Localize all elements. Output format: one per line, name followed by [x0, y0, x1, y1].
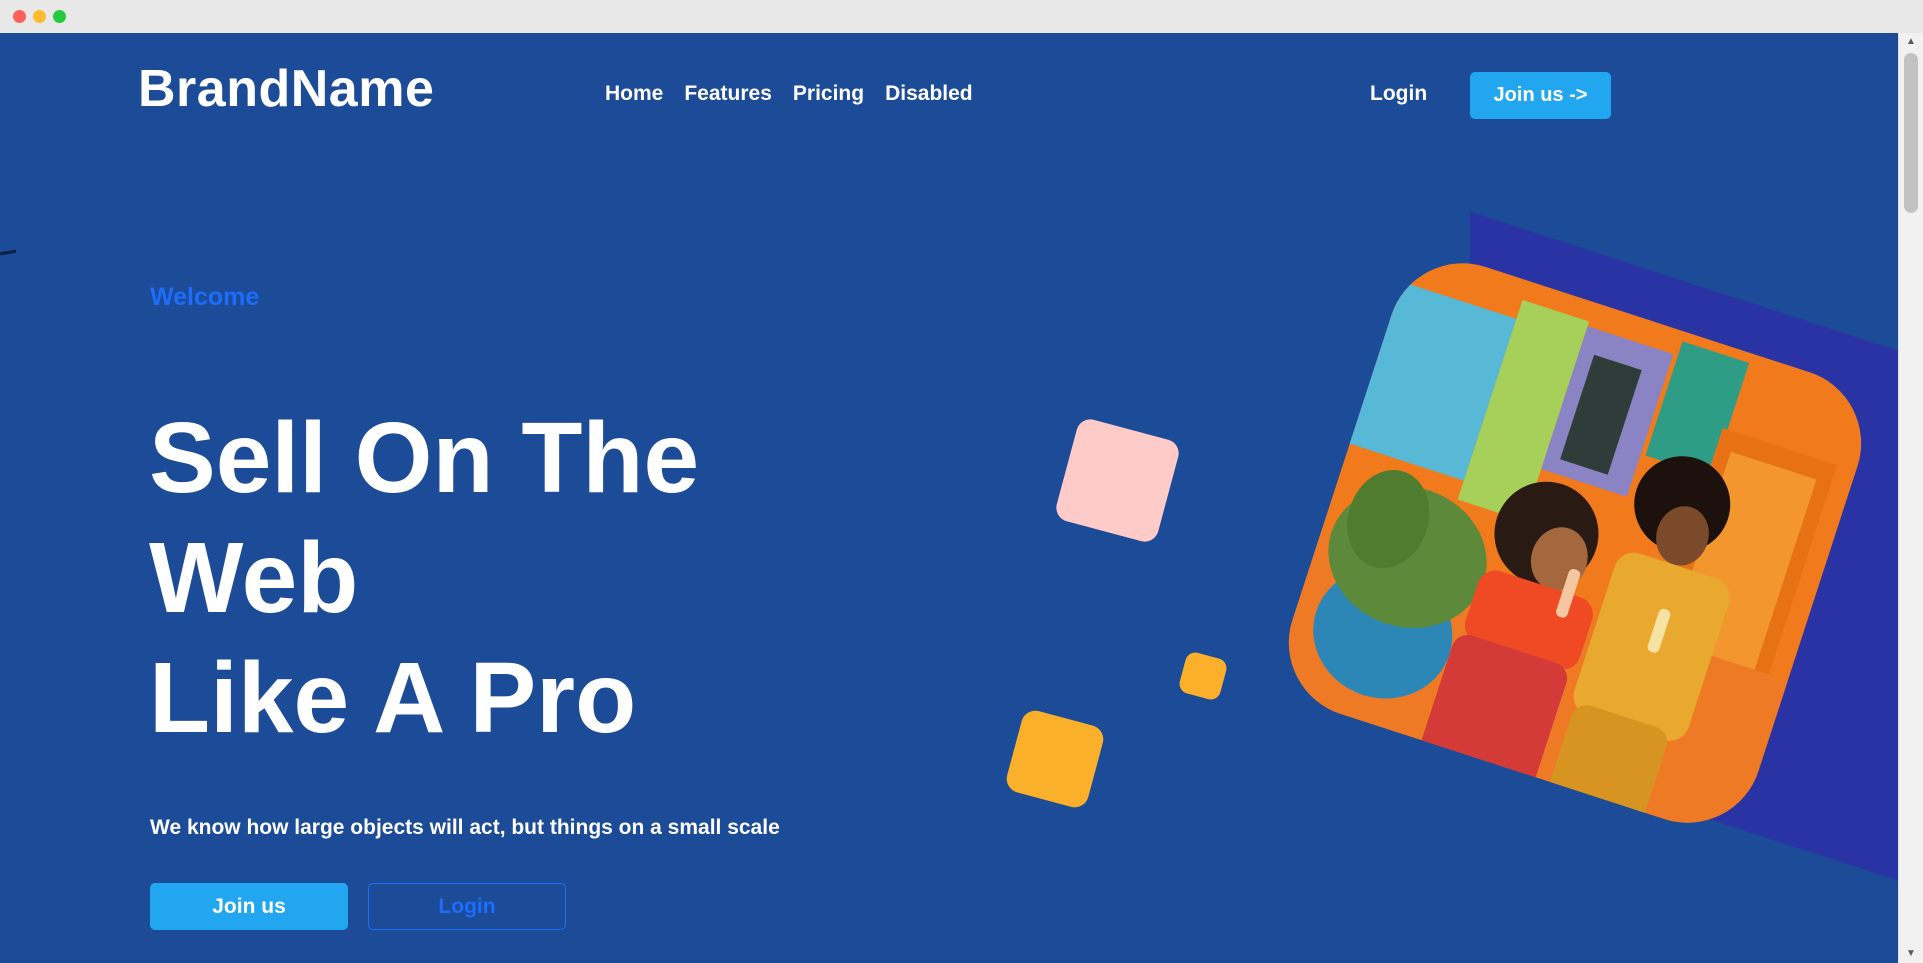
scroll-down-arrow-icon[interactable]: ▼	[1899, 947, 1923, 961]
nav-link-features[interactable]: Features	[684, 82, 772, 106]
scroll-thumb[interactable]	[1904, 53, 1918, 213]
hero-headline-line-1: Sell On The	[149, 402, 700, 514]
decorative-line	[0, 249, 17, 256]
hero-subtitle: We know how large objects will act, but …	[150, 816, 780, 839]
hero-headline: Sell On The Web Like A Pro	[149, 398, 699, 758]
hero-headline-line-3: Like A Pro	[149, 642, 637, 754]
maximize-window-button[interactable]	[53, 10, 66, 23]
close-window-button[interactable]	[13, 10, 26, 23]
decorative-square-yellow-large	[1003, 707, 1107, 811]
main-nav: Home Features Pricing Disabled	[605, 82, 973, 106]
hero-eyebrow: Welcome	[150, 283, 260, 311]
page-viewport: BrandName Home Features Pricing Disabled…	[0, 33, 1898, 963]
header-join-button[interactable]: Join us ->	[1470, 72, 1611, 119]
window-titlebar	[0, 0, 1923, 33]
decorative-square-pink	[1053, 416, 1182, 545]
vertical-scrollbar[interactable]: ▲ ▼	[1898, 33, 1923, 963]
brand-logo[interactable]: BrandName	[138, 59, 434, 119]
minimize-window-button[interactable]	[33, 10, 46, 23]
nav-link-disabled[interactable]: Disabled	[885, 82, 973, 106]
nav-link-pricing[interactable]: Pricing	[793, 82, 864, 106]
hero-headline-line-2: Web	[149, 522, 359, 634]
join-us-button[interactable]: Join us	[150, 883, 348, 930]
nav-link-home[interactable]: Home	[605, 82, 663, 106]
scroll-up-arrow-icon[interactable]: ▲	[1899, 35, 1923, 49]
login-button[interactable]: Login	[368, 883, 566, 930]
header-login-link[interactable]: Login	[1370, 82, 1427, 106]
decorative-square-yellow-small	[1177, 650, 1229, 702]
